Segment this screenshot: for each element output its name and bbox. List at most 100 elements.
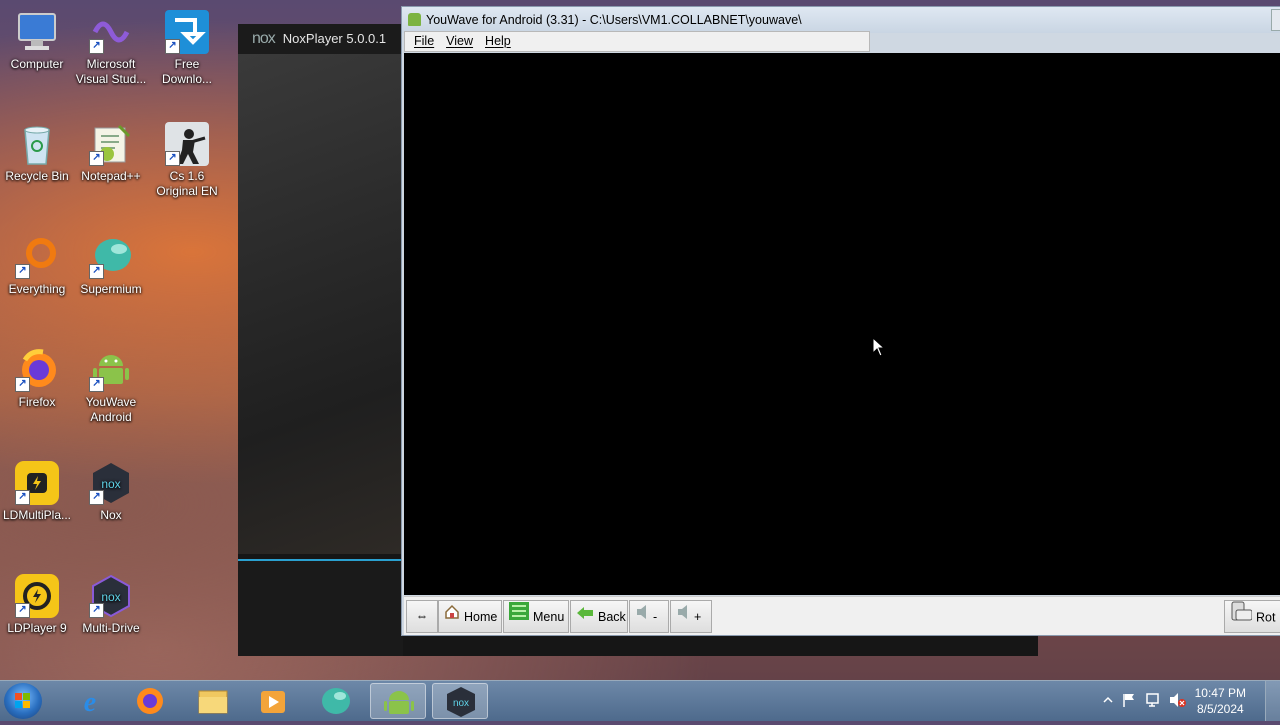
clock-time: 10:47 PM (1194, 686, 1246, 700)
android-icon: ↗ (89, 348, 133, 392)
youwave-titlebar[interactable]: YouWave for Android (3.31) - C:\Users\VM… (402, 7, 1280, 33)
desktop-icon-firefox[interactable]: ↗ Firefox (0, 348, 74, 410)
taskbar-media-player[interactable] (245, 683, 301, 719)
ldmultiplayer-icon: ↗ (15, 461, 59, 505)
shortcut-arrow-icon: ↗ (165, 39, 180, 54)
taskbar-firefox[interactable] (122, 683, 178, 719)
internet-explorer-icon: e (84, 687, 96, 718)
desktop-icon-counter-strike[interactable]: ↗ Cs 1.6 Original EN (150, 122, 224, 199)
resize-toggle-button[interactable]: ⇔ (406, 600, 438, 633)
windows-logo-icon (15, 693, 30, 708)
free-download-manager-icon: ↗ (165, 10, 209, 54)
nox-icon: nox (447, 687, 475, 717)
shortcut-arrow-icon: ↗ (15, 377, 30, 392)
desktop-icon-nox[interactable]: nox ↗ Nox (74, 461, 148, 523)
nox-logo: nox (252, 30, 276, 47)
svg-text:nox: nox (101, 590, 120, 604)
desktop-icon-label: YouWave Android (85, 395, 137, 424)
noxplayer-loading-screen (238, 54, 403, 554)
android-screen[interactable] (404, 53, 1280, 595)
shortcut-arrow-icon: ↗ (89, 490, 104, 505)
show-hidden-icons-icon[interactable] (1103, 695, 1113, 705)
volume-icon (676, 601, 690, 632)
desktop-icon-label: Supermium (80, 282, 142, 296)
desktop-icon-multi-drive[interactable]: nox ↗ Multi-Drive (74, 574, 148, 636)
shortcut-arrow-icon: ↗ (89, 603, 104, 618)
desktop-icon-ldmultiplayer[interactable]: ↗ LDMultiPla... (0, 461, 74, 523)
desktop-icon-supermium[interactable]: ↗ Supermium (74, 235, 148, 297)
resize-arrows-icon: ⇔ (415, 609, 429, 623)
desktop-icon-everything[interactable]: ↗ Everything (0, 235, 74, 297)
menu-view[interactable]: View (446, 32, 473, 51)
action-center-flag-icon[interactable] (1121, 692, 1137, 708)
noxplayer-title: NoxPlayer 5.0.0.1 (282, 31, 387, 46)
noxplayer-titlebar[interactable]: nox NoxPlayer 5.0.0.1 (238, 24, 403, 54)
supermium-icon (322, 688, 350, 714)
taskbar-file-explorer[interactable] (185, 683, 241, 719)
desktop-icon-label: Recycle Bin (5, 169, 69, 183)
taskbar-nox[interactable]: nox (432, 683, 488, 719)
back-button-label: Back (598, 609, 626, 624)
desktop-icon-computer[interactable]: Computer (0, 10, 74, 72)
system-tray: 10:47 PM 8/5/2024 (1095, 681, 1280, 721)
rotate-button-label: Rot (1256, 610, 1276, 625)
minimize-button[interactable] (1271, 9, 1280, 31)
desktop-icon-label: Everything (8, 282, 66, 296)
media-player-icon (261, 691, 285, 713)
start-button[interactable] (4, 683, 42, 719)
taskbar-internet-explorer[interactable]: e (62, 683, 118, 719)
volume-icon (635, 601, 649, 632)
desktop-icon-label: Notepad++ (81, 169, 141, 183)
shortcut-arrow-icon: ↗ (89, 151, 104, 166)
desktop: Computer ↗ Microsoft Visual Stud... ↗ Fr… (0, 0, 240, 680)
volume-down-label: - (653, 609, 658, 624)
clock[interactable]: 10:47 PM 8/5/2024 (1195, 685, 1246, 717)
taskbar: e nox 10:47 PM 8/5/2024 (0, 680, 1280, 721)
shortcut-arrow-icon: ↗ (165, 151, 180, 166)
menu-file[interactable]: File (414, 32, 434, 51)
desktop-icon-label: Nox (100, 508, 122, 522)
shortcut-arrow-icon: ↗ (89, 264, 104, 279)
nox-multidrive-icon: nox ↗ (89, 574, 133, 618)
desktop-icon-label: Computer (10, 57, 64, 71)
menu-button-label: Menu (533, 609, 565, 624)
youwave-toolbar: ⇔ Home Menu Back - + Rot (404, 596, 1280, 635)
taskbar-supermium[interactable] (308, 683, 364, 719)
youwave-window[interactable]: YouWave for Android (3.31) - C:\Users\VM… (401, 6, 1280, 636)
supermium-icon: ↗ (89, 235, 133, 279)
desktop-icon-free-download-manager[interactable]: ↗ Free Downlo... (150, 10, 224, 87)
notepad-plus-plus-icon: ↗ (89, 122, 133, 166)
desktop-icon-visual-studio[interactable]: ↗ Microsoft Visual Stud... (74, 10, 148, 87)
desktop-icon-label: Cs 1.6 Original EN (156, 169, 218, 198)
svg-text:e: e (84, 687, 96, 718)
computer-icon (15, 10, 59, 54)
shortcut-arrow-icon: ↗ (15, 264, 30, 279)
network-icon[interactable] (1145, 692, 1163, 708)
volume-up-label: + (694, 609, 702, 624)
menu-help[interactable]: Help (485, 32, 511, 51)
android-icon (384, 691, 414, 714)
home-button[interactable]: Home (438, 600, 502, 633)
show-desktop-button[interactable] (1265, 681, 1280, 721)
desktop-icon-recycle-bin[interactable]: Recycle Bin (0, 122, 74, 184)
menu-bar: File View Help (404, 31, 870, 52)
file-explorer-icon (198, 690, 228, 714)
desktop-icon-label: Microsoft Visual Stud... (75, 57, 147, 86)
svg-text:nox: nox (101, 477, 120, 491)
android-icon (408, 13, 421, 26)
menu-list-icon (509, 601, 529, 632)
youwave-window-title: YouWave for Android (3.31) - C:\Users\VM… (426, 13, 802, 27)
volume-up-button[interactable]: + (670, 600, 712, 633)
volume-down-button[interactable]: - (629, 600, 669, 633)
desktop-icon-label: LDMultiPla... (2, 508, 72, 522)
desktop-icon-ldplayer[interactable]: ↗ LDPlayer 9 (0, 574, 74, 636)
back-button[interactable]: Back (570, 600, 628, 633)
desktop-icon-youwave-android[interactable]: ↗ YouWave Android (74, 348, 148, 425)
home-icon (444, 601, 460, 632)
taskbar-youwave-android[interactable] (370, 683, 426, 719)
menu-button[interactable]: Menu (503, 600, 569, 633)
rotate-button[interactable]: Rot (1224, 600, 1280, 633)
everything-search-icon: ↗ (15, 235, 59, 279)
desktop-icon-notepad-plus-plus[interactable]: ↗ Notepad++ (74, 122, 148, 184)
volume-muted-icon[interactable] (1169, 692, 1187, 708)
